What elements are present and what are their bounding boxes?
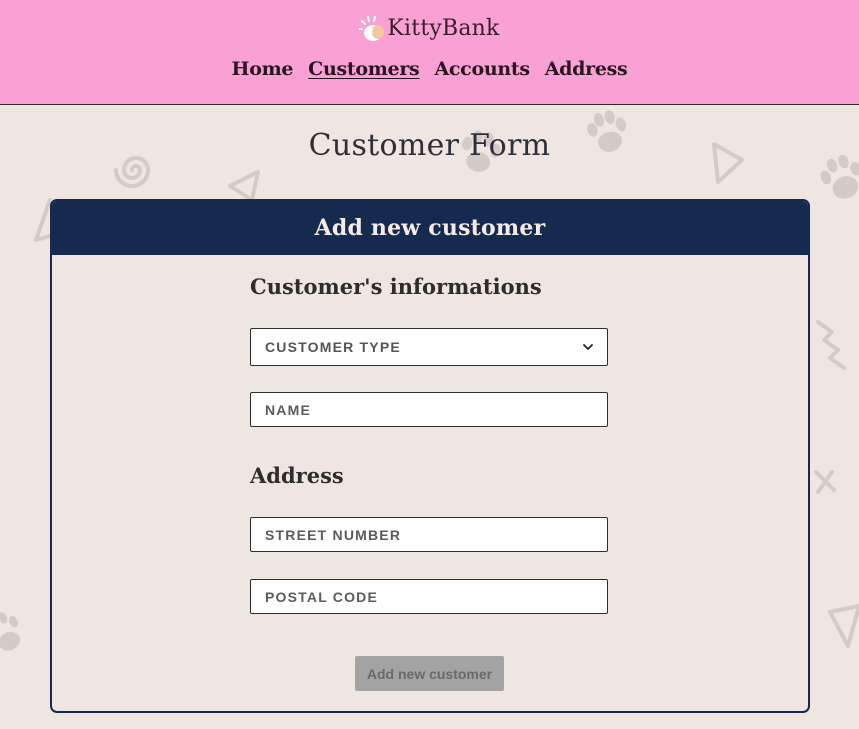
card-title: Add new customer <box>52 201 808 255</box>
triangle-icon <box>828 604 859 648</box>
nav-item-accounts[interactable]: Accounts <box>434 58 530 80</box>
nav-item-address[interactable]: Address <box>545 58 628 80</box>
cat-paw-logo-icon <box>359 16 385 41</box>
site-header: KittyBank Home Customers Accounts Addres… <box>0 0 859 105</box>
customer-info-section-title: Customer's informations <box>250 274 542 299</box>
postal-code-input[interactable] <box>250 579 608 614</box>
paw-print-icon <box>0 612 21 651</box>
add-new-customer-button[interactable]: Add new customer <box>355 656 504 691</box>
address-section-title: Address <box>250 463 344 488</box>
nav-item-customers[interactable]: Customers <box>308 58 420 80</box>
customer-type-select[interactable]: CUSTOMER TYPE <box>250 328 608 366</box>
nav-item-home[interactable]: Home <box>232 58 294 80</box>
street-number-input[interactable] <box>250 517 608 552</box>
squiggle-icon <box>816 320 846 370</box>
brand-logo[interactable]: KittyBank <box>0 14 859 42</box>
main-nav: Home Customers Accounts Address <box>0 58 859 80</box>
customer-form-card: Add new customer Customer's informations… <box>50 199 810 713</box>
customer-type-selected-value: CUSTOMER TYPE <box>265 339 401 355</box>
chevron-down-icon <box>583 344 593 350</box>
page-title: Customer Form <box>308 128 551 163</box>
name-input[interactable] <box>250 392 608 427</box>
triangle-icon <box>228 170 260 202</box>
brand-name: KittyBank <box>387 15 500 41</box>
cross-icon <box>814 470 836 494</box>
